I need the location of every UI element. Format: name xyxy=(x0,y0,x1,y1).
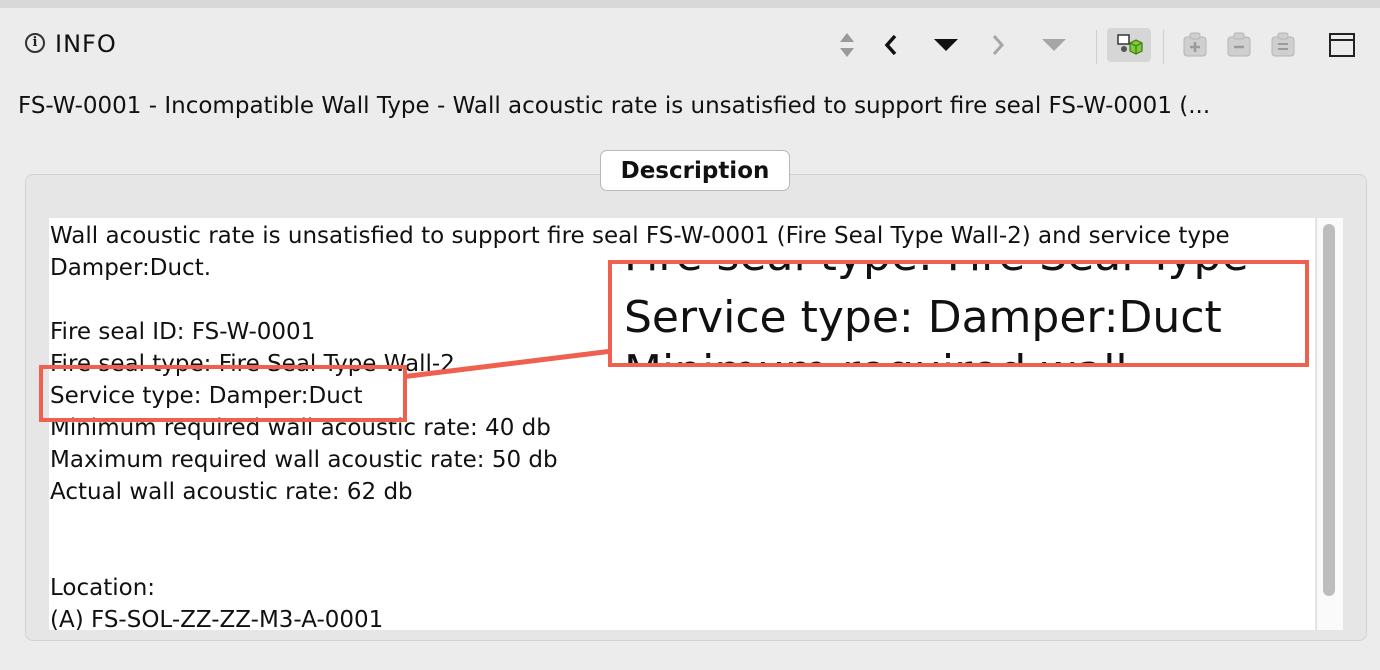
actual-rate-line: Actual wall acoustic rate: 62 db xyxy=(50,479,413,505)
triangle-down-disabled-icon xyxy=(1040,28,1068,62)
zoom-text: Service type: Damper:Duct xyxy=(624,292,1222,343)
zoom-text-above: Fire seal type: Fire Seal Type xyxy=(624,264,1249,281)
add-issue-icon xyxy=(1180,28,1210,62)
panel-header: i INFO xyxy=(0,8,1380,70)
max-rate-line: Maximum required wall acoustic rate: 50 … xyxy=(50,447,558,473)
toolbar-separator xyxy=(1096,30,1097,64)
location-label: Location: xyxy=(50,575,156,601)
list-issue-icon xyxy=(1268,28,1298,62)
chevron-left-icon[interactable] xyxy=(880,28,902,62)
scrollbar-thumb[interactable] xyxy=(1323,224,1335,596)
zoom-callout: Fire seal type: Fire Seal Type Service t… xyxy=(608,260,1309,367)
up-down-arrows-icon[interactable] xyxy=(836,28,858,62)
location-value: (A) FS-SOL-ZZ-ZZ-M3-A-0001 xyxy=(50,607,384,630)
maximize-window-icon[interactable] xyxy=(1326,28,1358,62)
toolbar-separator xyxy=(1163,30,1164,64)
highlight-box xyxy=(39,365,407,422)
rule-cube-icon[interactable] xyxy=(1107,28,1151,62)
issue-headline: FS-W-0001 - Incompatible Wall Type - Wal… xyxy=(18,93,1211,119)
zoom-text-below: Minimum required wall xyxy=(624,346,1128,363)
remove-issue-icon xyxy=(1224,28,1254,62)
info-icon: i xyxy=(25,33,45,53)
vertical-scrollbar[interactable] xyxy=(1316,218,1343,630)
tab-description[interactable]: Description xyxy=(600,150,790,191)
triangle-down-icon[interactable] xyxy=(932,28,960,62)
panel-title: INFO xyxy=(55,30,117,58)
chevron-right-icon xyxy=(988,28,1008,62)
